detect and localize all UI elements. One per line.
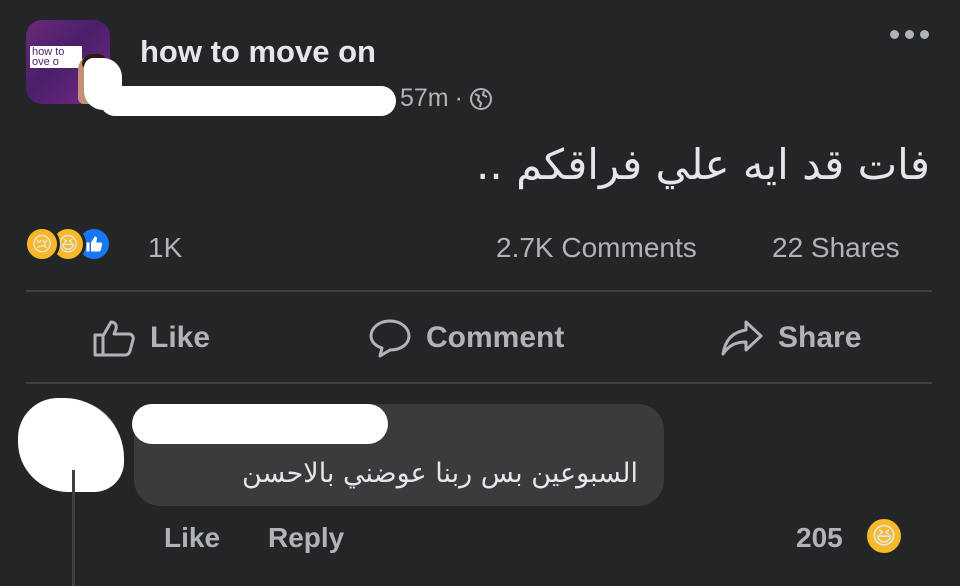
globe-icon [469,87,492,110]
like-label: Like [150,321,211,354]
page-name[interactable]: how to move on [140,34,376,70]
reaction-summary[interactable]: 😢 😆 [24,226,112,262]
comment-reaction-count[interactable]: 205 [796,522,843,554]
shares-count[interactable]: 22 Shares [772,232,900,264]
comment-text: السبوعين بس ربنا عوضني بالاحسن [241,458,638,489]
comments-count[interactable]: 2.7K Comments [496,232,697,264]
thread-line [72,470,75,586]
divider [26,382,932,384]
divider [26,290,932,292]
more-icon[interactable] [890,30,940,50]
post-meta: 57m · [400,84,493,113]
comment-like-button[interactable]: Like [164,522,220,554]
comment-label: Comment [426,321,565,354]
redaction-mark [132,404,388,444]
post-time[interactable]: 57m [400,84,449,113]
avatar-text: how to ove o [30,46,82,68]
haha-emoji-icon: 😆 [864,516,904,556]
sad-emoji-icon: 😢 [24,226,60,262]
share-label: Share [778,321,862,354]
thumbs-up-icon [93,320,135,357]
share-arrow-icon [721,320,763,356]
comment-reply-button[interactable]: Reply [268,522,344,554]
speech-bubble-icon [369,319,411,358]
reaction-count[interactable]: 1K [148,232,182,264]
post-text: فات قد ايه علي فراقكم .. [476,140,930,189]
meta-separator: · [454,84,463,112]
redaction-mark [100,86,396,116]
comment-button[interactable]: Comment [368,318,564,358]
like-button[interactable]: Like [92,318,210,358]
share-button[interactable]: Share [720,318,861,358]
redaction-mark [18,398,124,492]
